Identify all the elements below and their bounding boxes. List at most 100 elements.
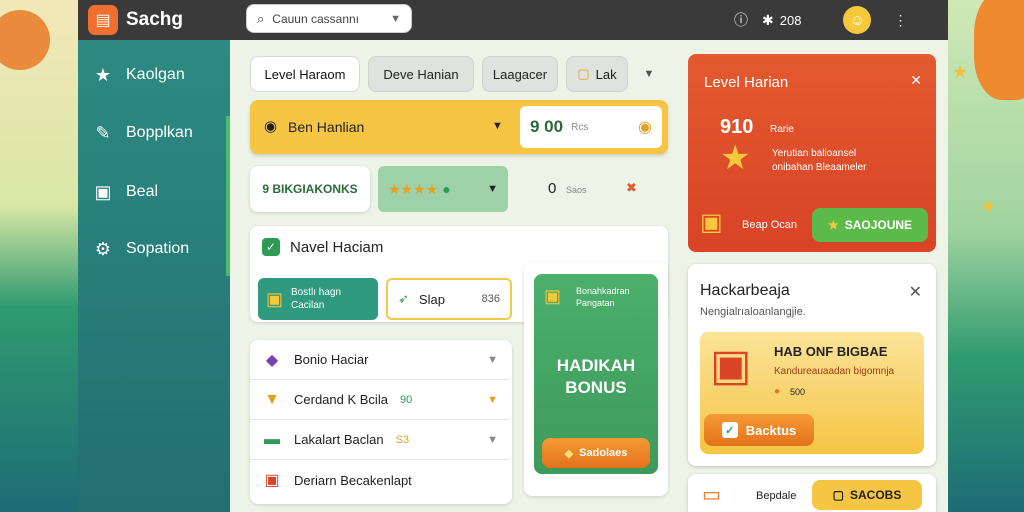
coin-icon: ● bbox=[774, 386, 781, 397]
bonus-title1: HADIKAH bbox=[556, 356, 636, 375]
tab-label: Lak bbox=[595, 66, 617, 82]
list-item-label: Lakalart Baclan bbox=[294, 432, 384, 447]
gift-icon: ▣ bbox=[544, 286, 562, 306]
sidebar-item-label: Beal bbox=[126, 183, 159, 200]
slap-value: 836 bbox=[481, 293, 500, 305]
star-icon: ★ bbox=[720, 139, 751, 177]
points-count: 208 bbox=[779, 12, 802, 28]
panel-label: Ben Hanlian bbox=[288, 119, 365, 135]
slap-button[interactable]: ➶ Slap 836 bbox=[386, 278, 512, 320]
bottom-card-button[interactable]: ▢ SACOBS bbox=[812, 480, 922, 510]
daily-panel: ◉ Ben Hanlian ▼ 9 00 Rcs ◉ bbox=[250, 100, 668, 154]
box-icon: ▢ bbox=[832, 488, 844, 502]
sidebar-item-kaolgan[interactable]: ★ Kaolgan bbox=[92, 60, 185, 90]
promo-subtitle: Kandureauaadan bigomnja bbox=[774, 366, 895, 377]
bigiakonks-label: 9 BIKGIAKONKS bbox=[262, 182, 358, 196]
info-icon[interactable]: ⓘ bbox=[734, 10, 748, 30]
teal-action-button[interactable]: ▣ Bostlı hagn Cacilan bbox=[258, 278, 378, 320]
bottom-card-label: Bepdale bbox=[756, 490, 797, 502]
list-item-value: S3 bbox=[395, 433, 410, 446]
red-card-button-label: SAOJOUNE bbox=[844, 218, 913, 232]
green-dot-icon: ● bbox=[442, 181, 451, 197]
puzzle-icon[interactable]: ✱ bbox=[762, 12, 774, 29]
bigiakonks-box[interactable]: 9 BIKGIAKONKS bbox=[250, 166, 370, 212]
chat-icon: ▣ bbox=[94, 181, 112, 202]
close-icon[interactable]: ✕ bbox=[910, 72, 922, 89]
list-item[interactable]: ▼ Cerdand K Bcila 90 ▼ bbox=[250, 380, 510, 420]
decor-blob bbox=[974, 0, 1024, 100]
red-card-title: Level Harian bbox=[704, 74, 789, 91]
list-item[interactable]: ▬ Lakalart Baclan S3 ▼ bbox=[250, 420, 510, 460]
chevron-down-icon[interactable]: ▼ bbox=[390, 13, 401, 25]
white-card-title: Hackarbeaja bbox=[700, 282, 790, 299]
box-icon: ▣ bbox=[266, 288, 284, 309]
hackarbeaja-card: Hackarbeaja ✕ Nengialrıaloanlangjie. ▣ H… bbox=[688, 264, 936, 466]
tab-deve-hanian[interactable]: Deve Hanian bbox=[368, 56, 474, 92]
row2-unit: Saos bbox=[566, 185, 587, 195]
red-card-desc2: onibahan Bleaameler bbox=[772, 162, 867, 173]
gift-icon: ▣ bbox=[264, 472, 280, 489]
bottom-card: ▭ Bepdale ▢ SACOBS bbox=[688, 474, 936, 512]
list-item-value: 90 bbox=[399, 393, 413, 406]
star-icon: ★ bbox=[827, 218, 839, 232]
check-icon: ✓ bbox=[721, 422, 738, 438]
promo-title: HAB ONF BIGBAE bbox=[774, 344, 888, 359]
app-title: Sachg bbox=[126, 9, 184, 30]
tab-lak[interactable]: ▢ Lak bbox=[566, 56, 628, 92]
stars-rating[interactable]: ★★★★ ● ▼ bbox=[378, 166, 508, 212]
level-harian-card: Level Harian ✕ 910 Rarie ★ Yerutian bali… bbox=[688, 54, 936, 252]
list-item[interactable]: ▣ Deriarn Becakenlapt bbox=[250, 460, 510, 500]
promo-box: ▣ HAB ONF BIGBAE Kandureauaadan bigomnja… bbox=[700, 332, 924, 454]
red-card-desc1: Yerutian balioansel bbox=[772, 148, 857, 159]
red-card-button[interactable]: ★ SAOJOUNE bbox=[812, 208, 928, 242]
backtus-label: Backtus bbox=[745, 422, 797, 438]
app-logo-icon[interactable]: ▤ bbox=[88, 5, 118, 35]
more-menu-icon[interactable]: ⋮ bbox=[893, 12, 907, 29]
level-card-title: Navel Haciam bbox=[290, 239, 384, 256]
backtus-button[interactable]: ✓ Backtus bbox=[704, 414, 814, 446]
chevron-down-icon: ▼ bbox=[487, 433, 498, 446]
row2-value: 0 bbox=[548, 180, 557, 197]
panel-chevron-icon[interactable]: ▼ bbox=[492, 120, 503, 132]
bonus-card: ▣ Bonahkadran Pangatan HADIKAH BONUS ◆ Sa… bbox=[534, 274, 658, 474]
sidebar-item-beal[interactable]: ▣ Beal bbox=[92, 177, 158, 207]
coin-icon: ◉ bbox=[638, 119, 652, 136]
sidebar-item-label: Bopplkan bbox=[126, 124, 193, 141]
sidebar-item-label: Kaolgan bbox=[126, 66, 185, 83]
list-item-label: Bonio Haciar bbox=[294, 352, 369, 367]
panel-unit: Rcs bbox=[571, 121, 589, 133]
top-bar: ▤ Sachg ⌕ Cauun cassannı ▼ ⓘ ✱ 208 ☺ ⋮ bbox=[78, 0, 948, 40]
tabs-chevron-icon[interactable]: ▼ bbox=[638, 56, 660, 92]
list-item-label: Cerdand K Bcila bbox=[294, 392, 388, 407]
star-icon: ★ bbox=[94, 64, 112, 85]
promo-value: 500 bbox=[790, 387, 806, 397]
cup-icon: ▼ bbox=[264, 390, 280, 408]
coin-icon: ◉ bbox=[264, 118, 278, 135]
slap-label: Slap bbox=[418, 291, 445, 307]
lock-icon: ▢ bbox=[577, 66, 590, 81]
pencil-icon: ✎ bbox=[95, 122, 111, 143]
app-window: ▤ Sachg ⌕ Cauun cassannı ▼ ⓘ ✱ 208 ☺ ⋮ ★… bbox=[78, 0, 948, 512]
check-icon[interactable]: ✓ bbox=[262, 238, 280, 256]
chevron-down-icon: ▼ bbox=[487, 393, 498, 406]
fire-icon: ✖ bbox=[626, 180, 637, 195]
list-item[interactable]: ◆ Bonio Haciar ▼ bbox=[250, 340, 510, 380]
sidebar-item-sopation[interactable]: ⚙ Sopation bbox=[92, 234, 189, 264]
bonus-button[interactable]: ◆ Sadolaes bbox=[542, 438, 650, 468]
sidebar-item-bopplkan[interactable]: ✎ Bopplkan bbox=[92, 118, 193, 148]
close-icon[interactable]: ✕ bbox=[909, 282, 922, 302]
arrow-icon: ➶ bbox=[398, 291, 409, 306]
bonus-title2: BONUS bbox=[565, 378, 627, 397]
tab-laagacer[interactable]: Laagacer bbox=[482, 56, 558, 92]
search-input[interactable]: ⌕ Cauun cassannı ▼ bbox=[246, 4, 412, 33]
bonus-subtitle1: Bonahkadran bbox=[576, 286, 630, 296]
bonus-subtitle2: Pangatan bbox=[576, 298, 615, 308]
gift-icon: ▣ bbox=[710, 341, 752, 390]
background-right: ★ ★ bbox=[944, 0, 1024, 512]
tab-level-haraom[interactable]: Level Haraom bbox=[250, 56, 360, 92]
search-icon: ⌕ bbox=[257, 10, 265, 26]
avatar[interactable]: ☺ bbox=[843, 6, 872, 34]
topbar-actions: ⓘ ✱ 208 ☺ ⋮ bbox=[734, 6, 907, 34]
search-placeholder: Cauun cassannı bbox=[272, 11, 360, 26]
panel-value-box: 9 00 Rcs ◉ bbox=[520, 106, 662, 148]
